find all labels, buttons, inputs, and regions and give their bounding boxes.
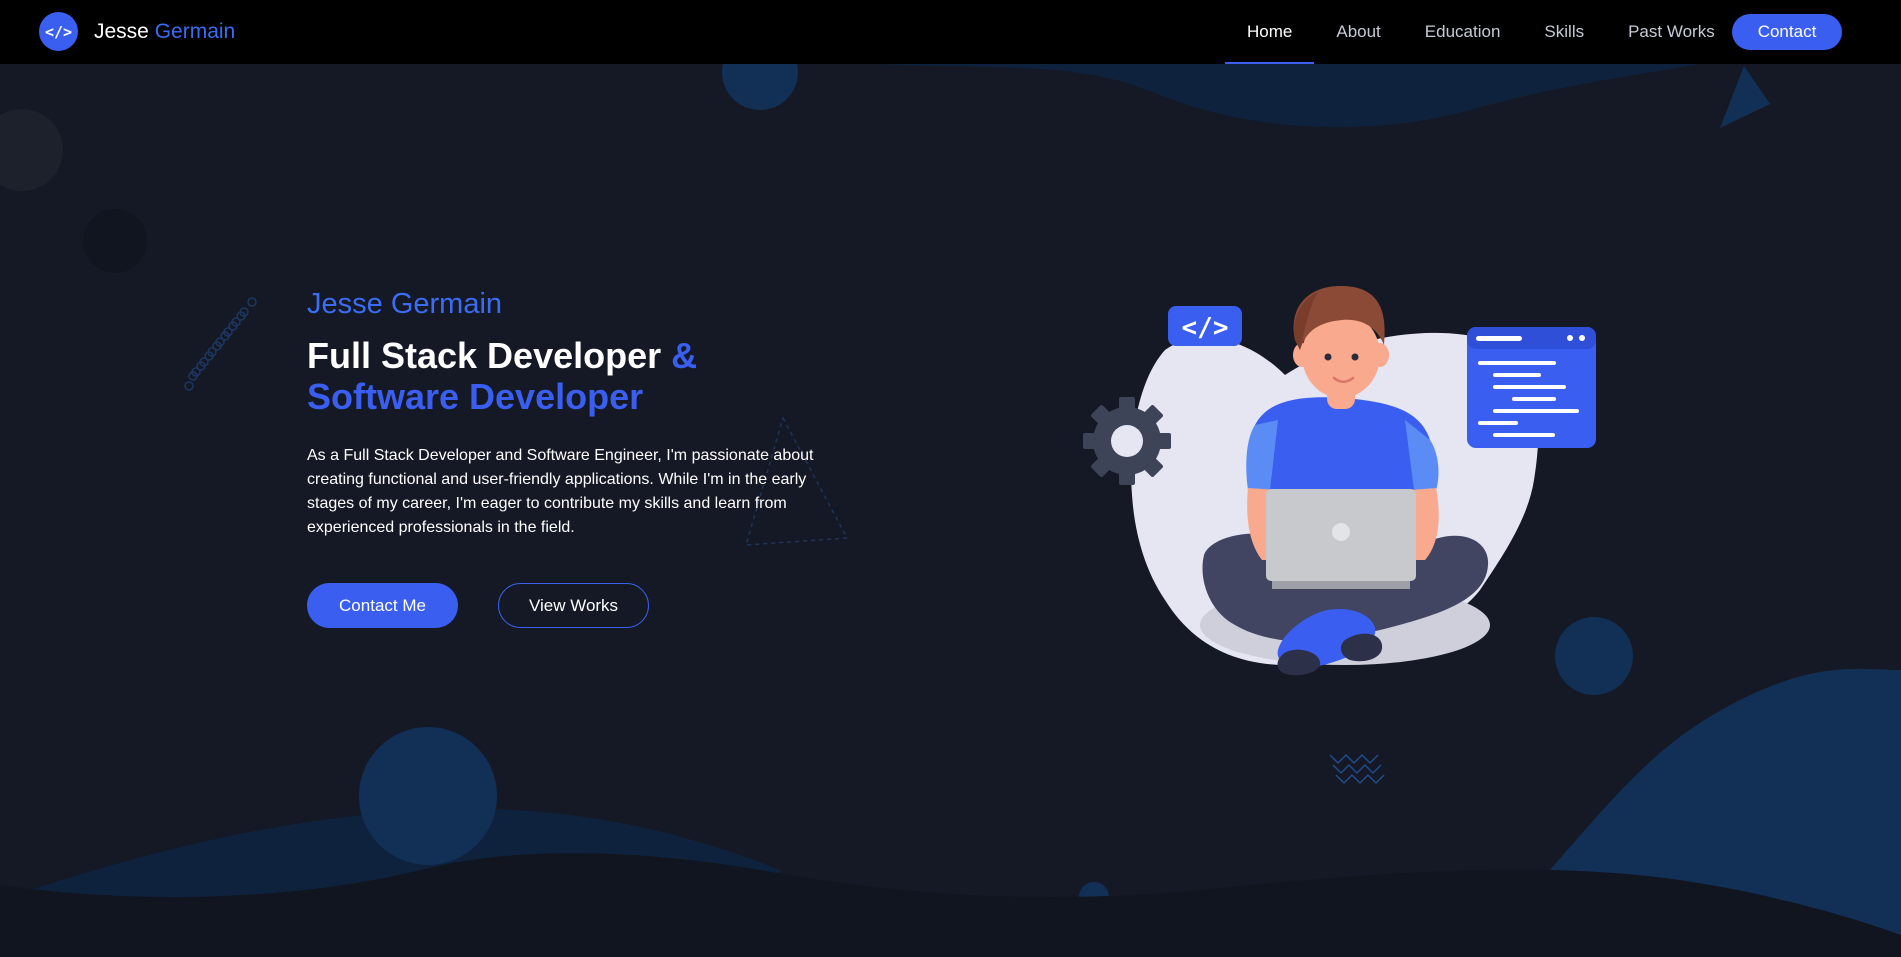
code-icon: </> xyxy=(39,12,78,51)
brand-last-name: Germain xyxy=(154,19,236,43)
nav-links: Home About Education Skills Past Works xyxy=(1225,0,1737,64)
nav-link-past-works[interactable]: Past Works xyxy=(1606,0,1737,64)
gear-icon xyxy=(1083,397,1171,485)
contact-me-button[interactable]: Contact Me xyxy=(307,583,458,628)
code-window-icon xyxy=(1467,327,1596,448)
brand-name: Jesse Germain xyxy=(94,20,235,44)
developer-illustration: </> xyxy=(1083,285,1596,676)
nav-link-home[interactable]: Home xyxy=(1225,0,1315,64)
hero-title-ampersand: & xyxy=(671,335,698,376)
contact-button[interactable]: Contact xyxy=(1732,14,1842,50)
hero-name: Jesse Germain xyxy=(307,288,503,320)
nav-link-skills[interactable]: Skills xyxy=(1522,0,1606,64)
hero-title-line1: Full Stack Developer xyxy=(307,335,662,376)
navbar: </> Jesse Germain Home About Education S… xyxy=(0,0,1901,64)
nav-link-education[interactable]: Education xyxy=(1403,0,1523,64)
hero-title: Full Stack Developer & Software Develope… xyxy=(307,335,827,417)
nav-link-about[interactable]: About xyxy=(1314,0,1402,64)
view-works-button[interactable]: View Works xyxy=(498,583,649,628)
hero-title-line2: Software Developer xyxy=(307,376,644,417)
brand[interactable]: </> Jesse Germain xyxy=(39,12,235,51)
hero-description: As a Full Stack Developer and Software E… xyxy=(307,447,814,536)
code-badge-text: </> xyxy=(1182,313,1229,343)
brand-first-name: Jesse xyxy=(94,19,149,43)
